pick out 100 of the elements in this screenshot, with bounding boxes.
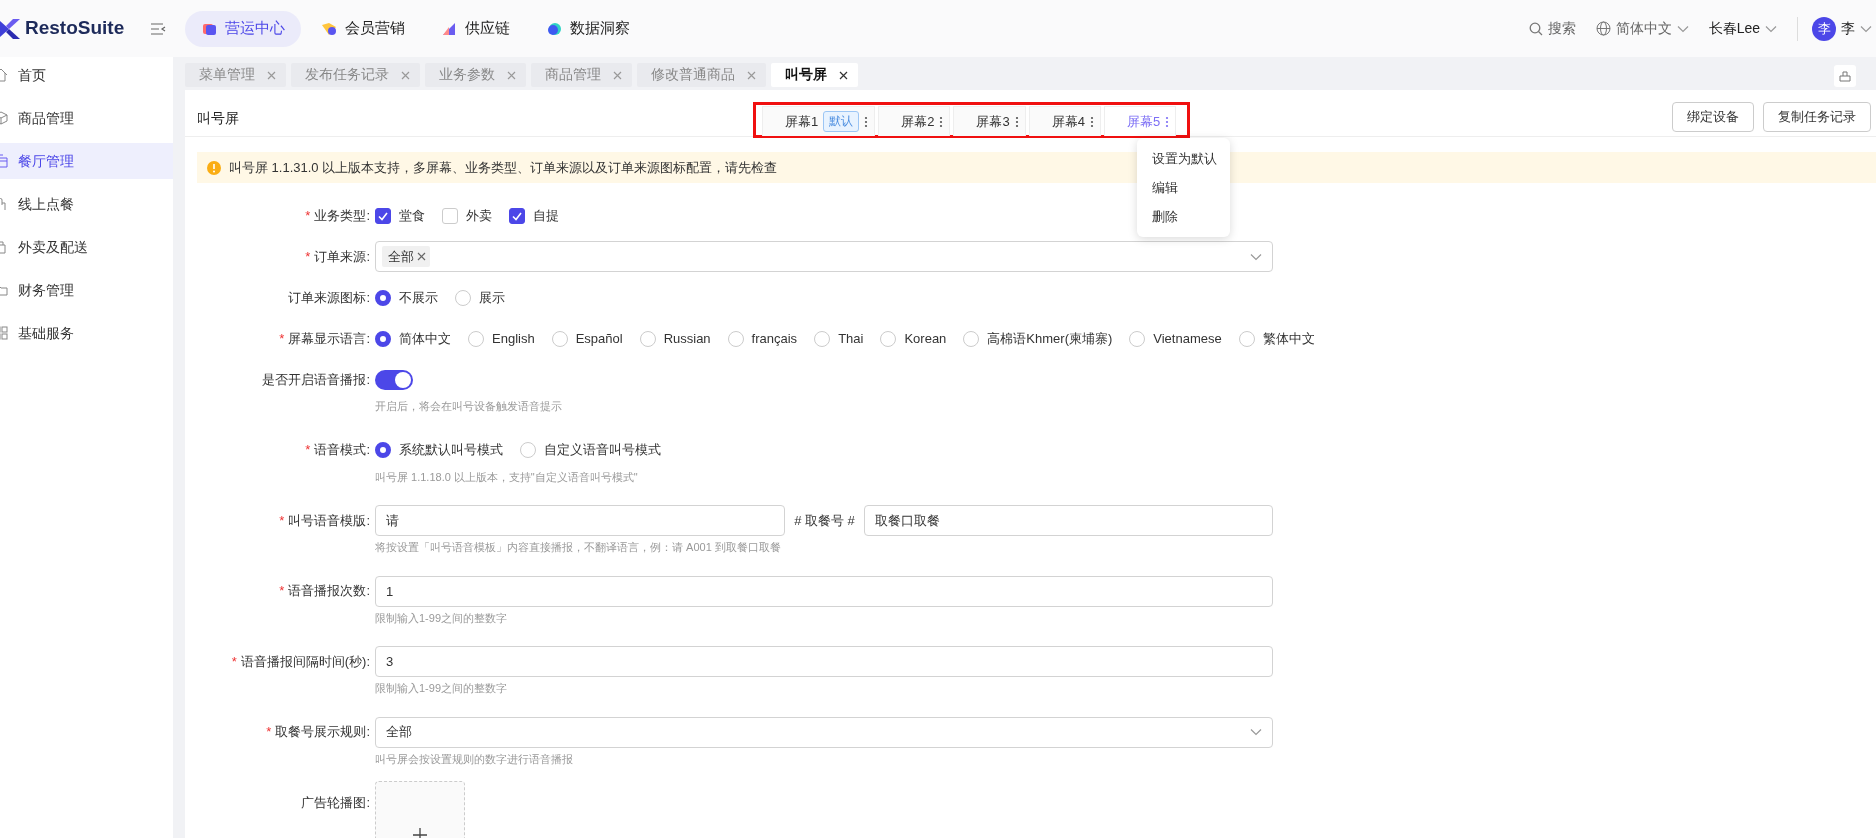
- field-label: 订单来源:: [314, 247, 370, 266]
- sidebar-item[interactable]: 线上点餐: [0, 186, 173, 222]
- menu-item[interactable]: 编辑: [1137, 173, 1230, 202]
- radio-label: 展示: [479, 288, 505, 307]
- field-label: 语音模式:: [314, 441, 370, 460]
- hint-text: 限制输入1-99之间的整数字: [375, 610, 509, 626]
- radio-label: Español: [575, 329, 623, 348]
- close-icon[interactable]: [839, 70, 848, 80]
- select-field[interactable]: 全部: [375, 716, 1273, 748]
- screen-tab[interactable]: 屏幕1 默认: [762, 106, 876, 136]
- more-icon[interactable]: [939, 115, 944, 128]
- radio-label: Thai: [838, 329, 864, 348]
- required-mark: *: [305, 441, 311, 460]
- chevron-down-icon: [1860, 24, 1872, 33]
- sidebar-item[interactable]: 餐厅管理: [0, 143, 173, 179]
- menu-item[interactable]: 删除: [1137, 202, 1230, 231]
- radio-label: 繁体中文: [1262, 329, 1315, 348]
- avatar: 李: [1812, 16, 1836, 41]
- sidebar-item[interactable]: 财务管理: [0, 272, 173, 308]
- nav-tab[interactable]: 数据洞察: [530, 10, 646, 47]
- hint-text: 限制输入1-99之间的整数字: [375, 681, 509, 696]
- checkbox-label: 堂食: [399, 206, 425, 225]
- sidebar-item[interactable]: 外卖及配送: [0, 229, 173, 265]
- chevron-down-icon: [1676, 24, 1689, 33]
- warning-icon: [207, 160, 221, 175]
- toggle-switch[interactable]: [375, 369, 413, 390]
- logo-text: RestoSuite: [25, 16, 125, 41]
- radio-label: 系统默认叫号模式: [399, 441, 503, 460]
- hint-text: 叫号屏 1.1.18.0 以上版本，支持"自定义语音叫号模式": [375, 469, 639, 485]
- required-mark: *: [305, 206, 311, 225]
- store-select[interactable]: 长春Lee: [1708, 18, 1777, 39]
- radio-label: Vietnamese: [1153, 329, 1222, 348]
- page-tab[interactable]: 叫号屏: [771, 63, 858, 87]
- checkbox[interactable]: [375, 207, 391, 224]
- orb-icon: [546, 20, 562, 37]
- checkbox-label: 外卖: [466, 206, 492, 225]
- search-link[interactable]: 搜索: [1528, 18, 1576, 39]
- radio-button[interactable]: [375, 289, 391, 306]
- radio-label: 自定义语音叫号模式: [544, 441, 661, 460]
- required-mark: *: [266, 723, 272, 742]
- required-mark: *: [279, 582, 285, 601]
- upload-box[interactable]: [375, 781, 465, 838]
- radio-button[interactable]: [375, 442, 391, 458]
- nav-tab[interactable]: 会员营销: [305, 10, 421, 47]
- field-label: 广告轮播图:: [301, 793, 370, 812]
- user-menu[interactable]: 李 李: [1797, 16, 1872, 41]
- user-name: 李: [1841, 19, 1855, 38]
- input-field[interactable]: 请: [375, 505, 785, 536]
- radio-label: English: [492, 329, 535, 348]
- field-label: 取餐号展示规则:: [275, 723, 370, 742]
- hint-text: 将按设置「叫号语音模板」内容直接播报，不翻译语言，例：请 A001 到取餐口取餐: [375, 540, 782, 555]
- language-select[interactable]: 简体中文: [1595, 18, 1689, 39]
- radio-label: 简体中文: [399, 329, 451, 348]
- radio-label: 不展示: [399, 288, 438, 307]
- collapse-menu-icon[interactable]: [151, 22, 168, 35]
- sidebar-item[interactable]: 基础服务: [0, 315, 173, 351]
- globe-icon: [1595, 21, 1611, 36]
- more-icon[interactable]: [1014, 115, 1019, 128]
- radio-button[interactable]: [375, 330, 391, 347]
- more-icon[interactable]: [1089, 115, 1094, 128]
- outline-button[interactable]: 绑定设备: [1672, 102, 1754, 132]
- nav-tab[interactable]: 营运中心: [185, 10, 301, 47]
- screen-tab[interactable]: 屏幕4: [1028, 106, 1101, 136]
- field-label: 语音播报间隔时间(秒):: [240, 652, 370, 671]
- screen-tab[interactable]: 屏幕2: [878, 106, 951, 136]
- more-icon[interactable]: [1165, 115, 1170, 128]
- input-field[interactable]: 取餐口取餐: [864, 505, 1273, 536]
- hint-text: 开启后，将会在叫号设备触发语音提示: [375, 399, 563, 414]
- field-label: 屏幕显示语言:: [288, 329, 370, 348]
- page-title: 叫号屏: [196, 109, 240, 128]
- tag-select[interactable]: 全部: [375, 241, 1273, 272]
- more-icon[interactable]: [864, 115, 869, 128]
- screen-tab[interactable]: 屏幕5: [1103, 106, 1177, 136]
- field-label: 语音播报次数:: [288, 582, 370, 601]
- logo-icon: [0, 18, 22, 39]
- field-label: 叫号语音模版:: [288, 511, 370, 530]
- nav-tab[interactable]: 供应链: [425, 10, 526, 47]
- tag-chip: 全部: [382, 245, 430, 268]
- chevron-down-icon: [1250, 252, 1262, 261]
- outline-button[interactable]: 复制任务记录: [1763, 102, 1871, 132]
- radio-label: 高棉语Khmer(柬埔寨): [987, 329, 1113, 348]
- input-field[interactable]: 1: [375, 575, 1273, 607]
- tag-icon: [321, 20, 337, 37]
- required-mark: *: [231, 652, 237, 671]
- plus-icon: [413, 828, 427, 838]
- radio-label: français: [751, 329, 798, 348]
- radio-label: Russian: [663, 329, 711, 348]
- required-mark: *: [305, 247, 311, 266]
- sidebar-item[interactable]: 商品管理: [0, 100, 173, 136]
- checkbox[interactable]: [509, 207, 525, 224]
- tab-tool-button[interactable]: [1834, 65, 1856, 87]
- search-icon: [1528, 21, 1543, 36]
- field-label: 业务类型:: [314, 206, 370, 225]
- default-tag: 默认: [823, 110, 860, 133]
- required-mark: *: [279, 329, 285, 348]
- menu-item[interactable]: 设置为默认: [1137, 144, 1230, 173]
- screen-tab[interactable]: 屏幕3: [953, 106, 1026, 136]
- sidebar-item[interactable]: 首页: [0, 57, 173, 93]
- field-label: 是否开启语音播报:: [262, 370, 370, 389]
- input-field[interactable]: 3: [375, 646, 1273, 677]
